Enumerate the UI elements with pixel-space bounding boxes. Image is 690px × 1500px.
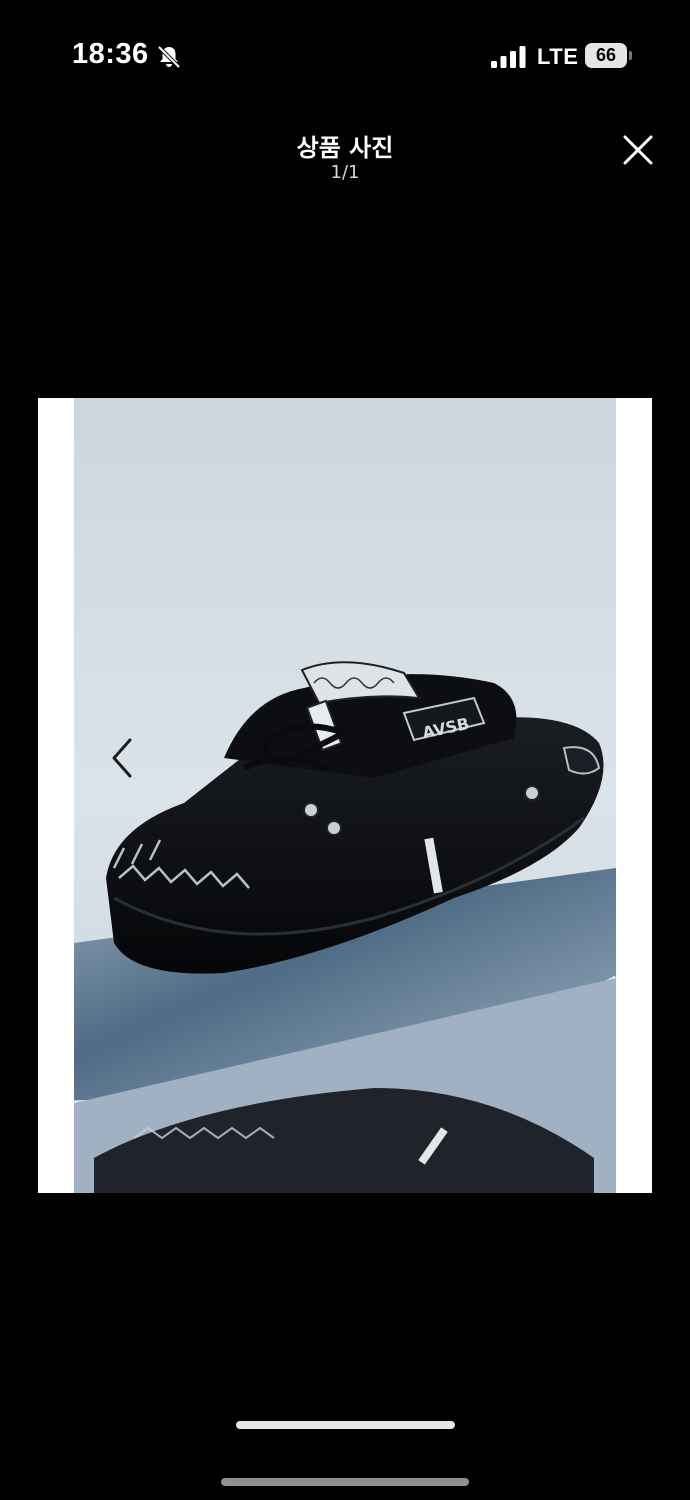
chevron-left-icon[interactable] bbox=[108, 735, 138, 781]
home-indicator[interactable] bbox=[236, 1421, 455, 1429]
browser-scroll-bar[interactable] bbox=[221, 1478, 469, 1486]
battery-icon: 66 bbox=[585, 43, 627, 68]
signal-bars-icon bbox=[491, 46, 526, 68]
carrier-label: LTE bbox=[537, 44, 579, 69]
status-time: 18:36 bbox=[72, 38, 149, 70]
battery-tip bbox=[629, 51, 632, 60]
close-icon[interactable] bbox=[618, 130, 658, 170]
battery-level: 66 bbox=[595, 45, 617, 65]
photo-frame: AVSB bbox=[38, 398, 652, 1193]
photo-counter: 1/1 bbox=[330, 162, 360, 183]
bell-slash-icon bbox=[157, 45, 181, 69]
page-title: 상품 사진 bbox=[296, 134, 394, 162]
product-photo[interactable]: AVSB bbox=[74, 398, 616, 1193]
status-bar: 18:36 LTE 66 bbox=[0, 0, 690, 110]
